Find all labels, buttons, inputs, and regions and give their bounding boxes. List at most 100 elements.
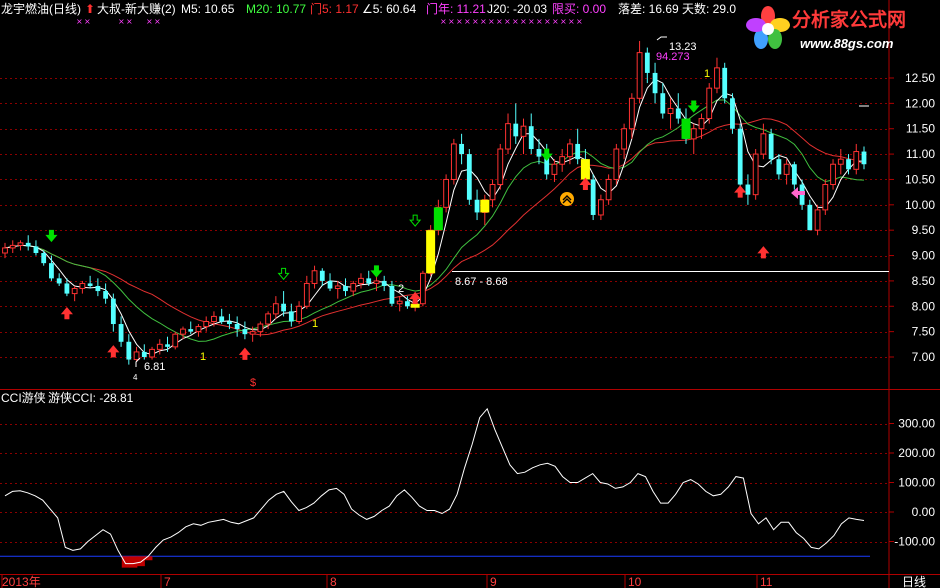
candle-body-down bbox=[343, 285, 348, 292]
candle-body-up bbox=[156, 343, 163, 350]
candle-body-down bbox=[33, 246, 39, 254]
candle-body-down bbox=[791, 164, 797, 185]
angle5-readout: ∠5: 60.64 bbox=[362, 2, 416, 16]
cross-mark: × bbox=[472, 17, 479, 26]
candle-body-up bbox=[443, 178, 450, 208]
candle-body-up bbox=[628, 97, 635, 130]
cci-axis: -100.00 0.00 100.00 200.00 300.00 bbox=[889, 417, 935, 549]
header: 龙宇燃油(日线) ⬆ 大叔-新大赚(2) M5: 10.65 M20: 10.7… bbox=[1, 1, 736, 16]
cross-mark: × bbox=[528, 17, 535, 26]
candle-body-down bbox=[660, 93, 666, 114]
candle-body-up bbox=[419, 272, 426, 305]
high-value: 94.273 bbox=[656, 51, 690, 63]
date-tick-label: 9 bbox=[490, 575, 497, 588]
drop-readout: 落差: 16.69 bbox=[618, 2, 679, 16]
cci-line bbox=[4, 407, 865, 565]
candle-body-up bbox=[350, 282, 357, 292]
chart-canvas[interactable]: 7.007.508.008.509.009.5010.0010.5011.001… bbox=[0, 0, 940, 588]
count-label-d: 1 bbox=[704, 68, 710, 80]
candle-body-up bbox=[396, 300, 403, 305]
cross-mark: × bbox=[568, 17, 575, 26]
cross-mark: × bbox=[496, 17, 503, 26]
candle-body-up bbox=[597, 199, 604, 216]
indicator-value: 游侠CCI: -28.81 bbox=[48, 391, 134, 405]
price-tick-label: 7.50 bbox=[912, 325, 936, 339]
cci-tick-label: 300.00 bbox=[898, 417, 935, 431]
candle-body-down bbox=[141, 351, 147, 357]
candle-body-down bbox=[234, 324, 240, 330]
candle-body-down bbox=[807, 204, 813, 231]
candle-body-down bbox=[745, 184, 751, 195]
cross-mark: × bbox=[118, 17, 125, 26]
signal-bar bbox=[681, 118, 691, 139]
signal-crosses: × × × × × × × × × × × × × × × × × × × × × × × × bbox=[76, 17, 583, 26]
up-arrow-icon bbox=[579, 177, 592, 190]
candles bbox=[2, 40, 867, 365]
candle-body-down bbox=[466, 154, 472, 200]
candle-body-up bbox=[621, 128, 627, 150]
candle-body-down bbox=[327, 280, 333, 289]
period-label: 日线 bbox=[902, 575, 926, 588]
range-label: 8.67 - 8.68 bbox=[455, 276, 508, 288]
price-grid bbox=[0, 78, 889, 358]
candle-body-down bbox=[87, 283, 93, 286]
logo-text: 分析家公式网 bbox=[792, 8, 906, 31]
cross-mark: × bbox=[560, 17, 567, 26]
candle-body-down bbox=[49, 263, 54, 279]
men5-readout: 门5: 1.17 bbox=[310, 1, 359, 16]
price-tick-label: 11.00 bbox=[906, 147, 935, 161]
cross-mark: × bbox=[576, 17, 583, 26]
candle-body-down bbox=[846, 159, 851, 170]
price-tick-label: 8.50 bbox=[912, 274, 936, 288]
candle-body-down bbox=[528, 126, 534, 150]
candle-body-up bbox=[853, 151, 860, 170]
menyear-readout: 门年: 11.21 bbox=[426, 1, 486, 16]
indicator-name: CCI游侠 bbox=[1, 391, 46, 405]
signal-bar bbox=[433, 207, 443, 231]
price-tick-label: 11.50 bbox=[906, 122, 935, 136]
candle-body-down bbox=[722, 67, 728, 99]
candle-body-down bbox=[389, 285, 395, 304]
candle-body-up bbox=[752, 153, 759, 196]
candle-body-up bbox=[636, 52, 643, 99]
cross-mark: × bbox=[456, 17, 463, 26]
candle-body-down bbox=[103, 291, 109, 299]
count-label-a: 1 bbox=[200, 351, 206, 363]
candle-body-up bbox=[559, 156, 566, 165]
candle-body-down bbox=[536, 149, 542, 157]
cross-mark: × bbox=[536, 17, 543, 26]
candle-body-up bbox=[837, 158, 844, 165]
strategy-name: 大叔-新大赚(2) bbox=[97, 1, 176, 16]
cci-tick-label: -100.00 bbox=[894, 535, 935, 549]
candle-body-up bbox=[257, 323, 264, 333]
j20-readout: J20: -20.03 bbox=[487, 2, 547, 16]
cross-mark: × bbox=[440, 17, 447, 26]
date-tick-label: 2013年 bbox=[2, 575, 41, 588]
candle-body-up bbox=[180, 328, 186, 335]
cross-mark: × bbox=[544, 17, 551, 26]
site-logo: 分析家公式网 www.88gs.com bbox=[746, 6, 906, 51]
candle-body-up bbox=[520, 125, 527, 137]
cci-oversold-bar bbox=[136, 556, 145, 567]
candle-body-up bbox=[249, 331, 256, 335]
price-tick-label: 10.50 bbox=[905, 172, 935, 186]
price-tick-label: 8.00 bbox=[912, 299, 936, 313]
candle-body-up bbox=[760, 133, 767, 155]
candle-body-up bbox=[133, 351, 140, 361]
candle-body-down bbox=[319, 270, 325, 281]
candle-body-up bbox=[505, 123, 511, 150]
candle-body-down bbox=[737, 128, 743, 185]
dollar-marker: $ bbox=[250, 377, 256, 389]
cci-tick-label: 100.00 bbox=[898, 476, 935, 490]
candle-body-down bbox=[644, 52, 650, 73]
candle-body-up bbox=[79, 282, 86, 290]
candle-body-up bbox=[2, 247, 8, 254]
count-label-c: 2 bbox=[398, 283, 404, 295]
candle-body-down bbox=[41, 253, 47, 264]
candle-body-down bbox=[165, 344, 170, 347]
down-arrow-icon bbox=[370, 265, 383, 278]
candle-body-up bbox=[605, 178, 612, 201]
price-tick-label: 12.00 bbox=[905, 96, 935, 110]
date-axis: 2013年 7 8 9 10 11 日线 bbox=[1, 575, 926, 588]
candle-body-down bbox=[242, 329, 248, 335]
